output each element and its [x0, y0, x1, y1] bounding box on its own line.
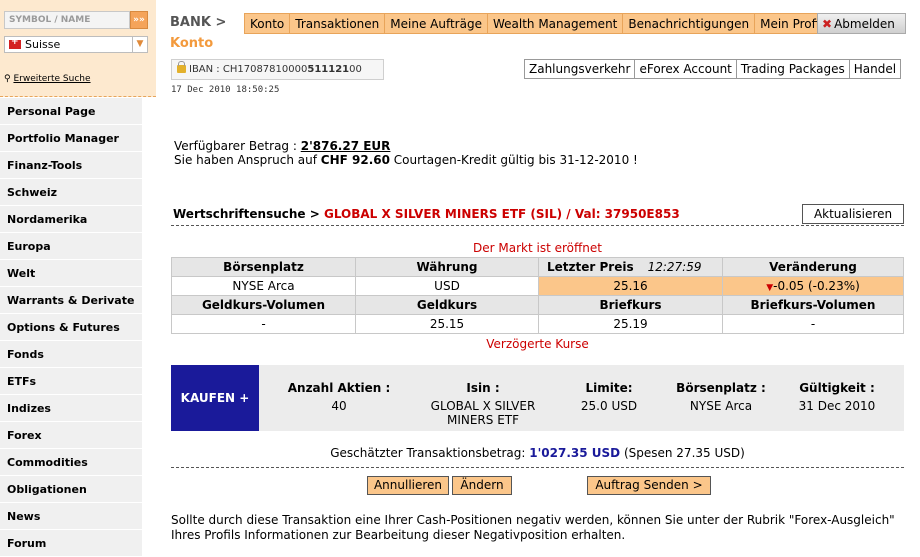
order-limit: Limite: 25.0 USD	[580, 381, 638, 413]
sidebar-item-forex[interactable]: Forex	[0, 422, 142, 449]
order-summary: KAUFEN + Anzahl Aktien :40 Isin : GLOBAL …	[171, 365, 904, 431]
available-amount[interactable]: 2'876.27 EUR	[301, 139, 391, 153]
forex-note: Sollte durch diese Transaktion eine Ihre…	[171, 513, 895, 542]
chevron-down-icon[interactable]: ▼	[132, 37, 147, 52]
iban-display: IBAN : CH1708781000051112100	[171, 59, 384, 80]
symbol-search-input[interactable]: SYMBOL / NAME	[4, 11, 130, 29]
tab-transaktionen[interactable]: Transaktionen	[290, 14, 386, 33]
tab-wealth-management[interactable]: Wealth Management	[488, 14, 624, 33]
table-header: Währung	[355, 257, 539, 277]
sidebar-item-options-futures[interactable]: Options & Futures	[0, 314, 142, 341]
table-header: Briefkurs-Volumen	[722, 295, 904, 315]
delayed-quotes-note: Verzögerte Kurse	[486, 337, 589, 351]
tab-benachrichtigungen[interactable]: Benachrichtigungen	[623, 14, 756, 33]
logout-button[interactable]: ✖ Abmelden	[817, 13, 906, 34]
sidebar-item-europa[interactable]: Europa	[0, 233, 142, 260]
ask-cell: 25.19	[538, 314, 723, 334]
change-cell: ▼-0.05 (-0.23%)	[722, 276, 904, 296]
market-status: Der Markt ist eröffnet	[473, 241, 602, 255]
breadcrumb-bank[interactable]: BANK >	[170, 15, 226, 30]
search-go-button[interactable]: »»	[130, 11, 148, 29]
table-header: Geldkurs	[355, 295, 539, 315]
sidebar-item-nordamerika[interactable]: Nordamerika	[0, 206, 142, 233]
advanced-search-link[interactable]: ⚲ Erweiterte Suche	[4, 74, 91, 84]
exchange-cell: NYSE Arca	[171, 276, 356, 296]
main-nav: Konto Transaktionen Meine Aufträge Wealt…	[244, 13, 829, 34]
sidebar-scrollbar[interactable]	[142, 98, 156, 557]
sidebar-item-portfolio-manager[interactable]: Portfolio Manager	[0, 125, 142, 152]
cancel-button[interactable]: Annullieren	[367, 476, 449, 495]
close-icon: ✖	[822, 17, 833, 31]
swiss-flag-icon	[9, 37, 21, 49]
sidebar-item-welt[interactable]: Welt	[0, 260, 142, 287]
sidebar-item-fonds[interactable]: Fonds	[0, 341, 142, 368]
sidebar-nav: Personal Page Portfolio Manager Finanz-T…	[0, 98, 142, 557]
divider	[171, 225, 904, 226]
divider	[171, 467, 904, 468]
tab-zahlungsverkehr[interactable]: Zahlungsverkehr	[525, 60, 636, 78]
table-header: Börsenplatz	[171, 257, 356, 277]
sub-nav: Zahlungsverkehr eForex Account Trading P…	[524, 59, 902, 79]
sidebar-item-schweiz[interactable]: Schweiz	[0, 179, 142, 206]
page-title: Konto	[170, 36, 214, 51]
order-quantity: Anzahl Aktien :40	[287, 381, 391, 413]
tab-handel[interactable]: Handel	[850, 60, 900, 78]
tab-meine-auftraege[interactable]: Meine Aufträge	[385, 14, 488, 33]
tab-konto[interactable]: Konto	[245, 14, 291, 33]
lock-icon	[177, 61, 186, 73]
sidebar-item-warrants[interactable]: Warrants & Derivate	[0, 287, 142, 314]
buy-badge: KAUFEN +	[171, 365, 259, 431]
sidebar-item-news[interactable]: News	[0, 503, 142, 530]
sidebar-item-forum[interactable]: Forum	[0, 530, 142, 557]
sidebar-item-etfs[interactable]: ETFs	[0, 368, 142, 395]
table-header: Veränderung	[722, 257, 904, 277]
table-header: Geldkurs-Volumen	[171, 295, 356, 315]
last-price-cell: 25.16	[538, 276, 723, 296]
modify-button[interactable]: Ändern	[452, 476, 512, 495]
currency-cell: USD	[355, 276, 539, 296]
tab-eforex-account[interactable]: eForex Account	[635, 60, 737, 78]
quote-table: Börsenplatz Währung Letzter Preis 12:27:5…	[171, 257, 904, 334]
tab-trading-packages[interactable]: Trading Packages	[737, 60, 850, 78]
order-exchange: Börsenplatz : NYSE Arca	[676, 381, 766, 413]
country-value: Suisse	[25, 38, 61, 51]
sidebar-item-commodities[interactable]: Commodities	[0, 449, 142, 476]
ask-volume-cell: -	[722, 314, 904, 334]
timestamp: 17 Dec 2010 18:50:25	[171, 85, 280, 95]
country-select[interactable]: Suisse ▼	[4, 36, 148, 53]
order-validity: Gültigkeit :31 Dec 2010	[798, 381, 876, 413]
sidebar-item-indizes[interactable]: Indizes	[0, 395, 142, 422]
bid-volume-cell: -	[171, 314, 356, 334]
security-search-title: Wertschriftensuche > GLOBAL X SILVER MIN…	[173, 207, 680, 221]
estimated-amount: Geschätzter Transaktionsbetrag: 1'027.35…	[330, 446, 745, 460]
account-info: Verfügbarer Betrag : 2'876.27 EUR Sie ha…	[174, 139, 638, 167]
sidebar: SYMBOL / NAME »» Suisse ▼ ⚲ Erweiterte S…	[0, 0, 156, 557]
order-isin: Isin : GLOBAL X SILVER MINERS ETF	[430, 381, 536, 427]
bid-cell: 25.15	[355, 314, 539, 334]
table-header: Letzter Preis 12:27:59	[538, 257, 723, 277]
sidebar-item-obligationen[interactable]: Obligationen	[0, 476, 142, 503]
sidebar-item-personal-page[interactable]: Personal Page	[0, 98, 142, 125]
send-order-button[interactable]: Auftrag Senden >	[587, 476, 711, 495]
sidebar-item-finanz-tools[interactable]: Finanz-Tools	[0, 152, 142, 179]
table-header: Briefkurs	[538, 295, 723, 315]
sidebar-search-panel: SYMBOL / NAME »» Suisse ▼ ⚲ Erweiterte S…	[0, 0, 156, 97]
refresh-button[interactable]: Aktualisieren	[802, 204, 904, 224]
